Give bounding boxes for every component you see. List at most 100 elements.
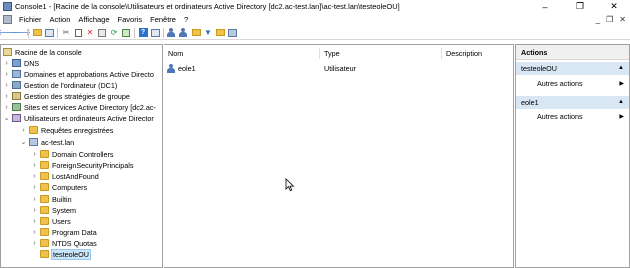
expand-chevron-icon[interactable]: ›: [3, 104, 10, 111]
find-icon[interactable]: [215, 28, 225, 38]
result-list[interactable]: Nom Type Description eole1 Utilisateur: [164, 44, 514, 268]
window-maximize-button[interactable]: ❐: [563, 0, 597, 13]
expand-chevron-icon[interactable]: ›: [31, 151, 38, 158]
tree-item-label: Utilisateurs et ordinateurs Active Direc…: [24, 113, 154, 123]
tree-item-ntds-quotas[interactable]: › NTDS Quotas: [31, 238, 96, 248]
tree-item-group-policy[interactable]: › Gestion des stratégies de groupe: [3, 91, 130, 101]
tree-item-saved-queries[interactable]: › Requêtes enregistrées: [20, 125, 113, 135]
tree-item-builtin[interactable]: › Builtin: [31, 194, 71, 204]
tree-item-program-data[interactable]: › Program Data: [31, 227, 96, 237]
expand-chevron-icon[interactable]: ›: [31, 218, 38, 225]
toolbar: 🡐 🡒 ✂ ✕ ⟳ ? ▼: [0, 26, 630, 40]
tree-item-testeoleou[interactable]: testeoleOU: [31, 248, 91, 260]
collapse-chevron-icon[interactable]: ⌄: [20, 138, 27, 146]
submenu-arrow-icon: ▶: [619, 81, 624, 87]
menu-bar: Fichier Action Affichage Favoris Fenêtre…: [0, 13, 630, 26]
expand-chevron-icon[interactable]: ›: [3, 93, 10, 100]
add-to-group-icon[interactable]: [227, 28, 237, 38]
new-group-icon[interactable]: [179, 28, 189, 38]
folder-icon: [40, 150, 49, 158]
child-close-button[interactable]: ✕: [619, 15, 626, 24]
window-title: Console1 - [Racine de la console\Utilisa…: [15, 2, 400, 11]
collapse-chevron-icon[interactable]: ⌄: [3, 114, 10, 122]
refresh-icon[interactable]: ⟳: [109, 28, 119, 38]
expand-chevron-icon[interactable]: ›: [31, 173, 38, 180]
menu-help[interactable]: ?: [180, 15, 192, 24]
collapse-arrow-icon[interactable]: ▲: [618, 62, 624, 75]
new-ou-icon[interactable]: [191, 28, 201, 38]
expand-chevron-icon[interactable]: ›: [31, 207, 38, 214]
delete-icon[interactable]: ✕: [85, 28, 95, 38]
tree-item-sites-services[interactable]: › Sites et services Active Directory [dc…: [3, 102, 156, 112]
tree-item-aduc[interactable]: ⌄ Utilisateurs et ordinateurs Active Dir…: [3, 113, 154, 123]
tree-item-domains-trusts[interactable]: › Domaines et approbations Active Direct…: [3, 69, 154, 79]
tree-item-dns[interactable]: › DNS: [3, 58, 39, 68]
expand-chevron-icon[interactable]: ›: [20, 127, 27, 134]
action-label: Autres actions: [537, 112, 583, 121]
folder-icon: [40, 228, 49, 236]
menu-fichier[interactable]: Fichier: [15, 15, 46, 24]
tree-item-console-root[interactable]: Racine de la console: [3, 47, 82, 57]
expand-chevron-icon[interactable]: ›: [31, 162, 38, 169]
domain-icon: [29, 138, 38, 146]
actions-section-eole1[interactable]: eole1 ▲: [516, 96, 629, 109]
tree-item-computer-management[interactable]: › Gestion de l'ordinateur (DC1): [3, 80, 117, 90]
menu-fenetre[interactable]: Fenêtre: [146, 15, 180, 24]
expand-chevron-icon[interactable]: ›: [31, 240, 38, 247]
window-minimize-button[interactable]: –: [528, 0, 562, 13]
child-restore-button[interactable]: ❐: [606, 15, 613, 24]
collapse-arrow-icon[interactable]: ▲: [618, 96, 624, 109]
console-doc-icon[interactable]: [3, 15, 12, 24]
filter-icon[interactable]: ▼: [203, 28, 213, 38]
action-label: Autres actions: [537, 79, 583, 88]
folder-icon: [40, 239, 49, 247]
aduc-icon: [12, 114, 21, 122]
actions-section-label: testeoleOU: [521, 64, 557, 73]
show-tree-icon[interactable]: [44, 28, 54, 38]
column-header-description[interactable]: Description: [442, 48, 513, 59]
up-folder-icon[interactable]: [32, 28, 42, 38]
column-header-type[interactable]: Type: [320, 48, 442, 59]
column-header-name[interactable]: Nom: [164, 48, 320, 59]
tree-item-domain-controllers[interactable]: › Domain Controllers: [31, 149, 114, 159]
tree-item-label: Domain Controllers: [52, 149, 114, 159]
tree-item-label: Gestion des stratégies de groupe: [24, 91, 130, 101]
actions-section-testeoleou[interactable]: testeoleOU ▲: [516, 62, 629, 75]
copy-icon[interactable]: [73, 28, 83, 38]
expand-chevron-icon[interactable]: ›: [31, 184, 38, 191]
expand-chevron-icon[interactable]: ›: [31, 196, 38, 203]
menu-favoris[interactable]: Favoris: [114, 15, 147, 24]
window-close-button[interactable]: ✕: [597, 0, 630, 13]
tree-item-computers[interactable]: › Computers: [31, 182, 87, 192]
user-icon: [167, 64, 175, 73]
tree-item-system[interactable]: › System: [31, 205, 76, 215]
tree-item-users[interactable]: › Users: [31, 216, 70, 226]
action-more-actions-ou[interactable]: Autres actions ▶: [516, 78, 629, 90]
expand-chevron-icon[interactable]: ›: [3, 82, 10, 89]
child-minimize-button[interactable]: _: [596, 15, 600, 24]
expand-chevron-icon[interactable]: ›: [31, 229, 38, 236]
action-more-actions-user[interactable]: Autres actions ▶: [516, 111, 629, 123]
menu-action[interactable]: Action: [46, 15, 75, 24]
list-item[interactable]: eole1 Utilisateur: [164, 63, 513, 74]
toolbar-separator: [163, 27, 164, 38]
new-user-icon[interactable]: [167, 28, 177, 38]
menu-affichage[interactable]: Affichage: [74, 15, 113, 24]
expand-chevron-icon[interactable]: ›: [3, 71, 10, 78]
folder-icon: [29, 126, 38, 134]
mouse-cursor-icon: [285, 178, 295, 192]
tree-item-foreign-security-principals[interactable]: › ForeignSecurityPrincipals: [31, 160, 133, 170]
tree-item-lost-and-found[interactable]: › LostAndFound: [31, 171, 98, 181]
forward-icon[interactable]: 🡒: [9, 28, 30, 38]
list-item-name: eole1: [178, 64, 196, 73]
help-icon[interactable]: ?: [138, 28, 148, 38]
export-icon[interactable]: [121, 28, 131, 38]
console-tree[interactable]: Racine de la console › DNS › Domaines et…: [0, 44, 163, 268]
cut-icon[interactable]: ✂: [61, 28, 71, 38]
expand-chevron-icon[interactable]: ›: [3, 60, 10, 67]
view-icon[interactable]: [150, 28, 160, 38]
tree-item-domain[interactable]: ⌄ ac-test.lan: [20, 137, 75, 147]
properties-icon[interactable]: [97, 28, 107, 38]
dns-icon: [12, 59, 21, 67]
computer-management-icon: [12, 81, 21, 89]
